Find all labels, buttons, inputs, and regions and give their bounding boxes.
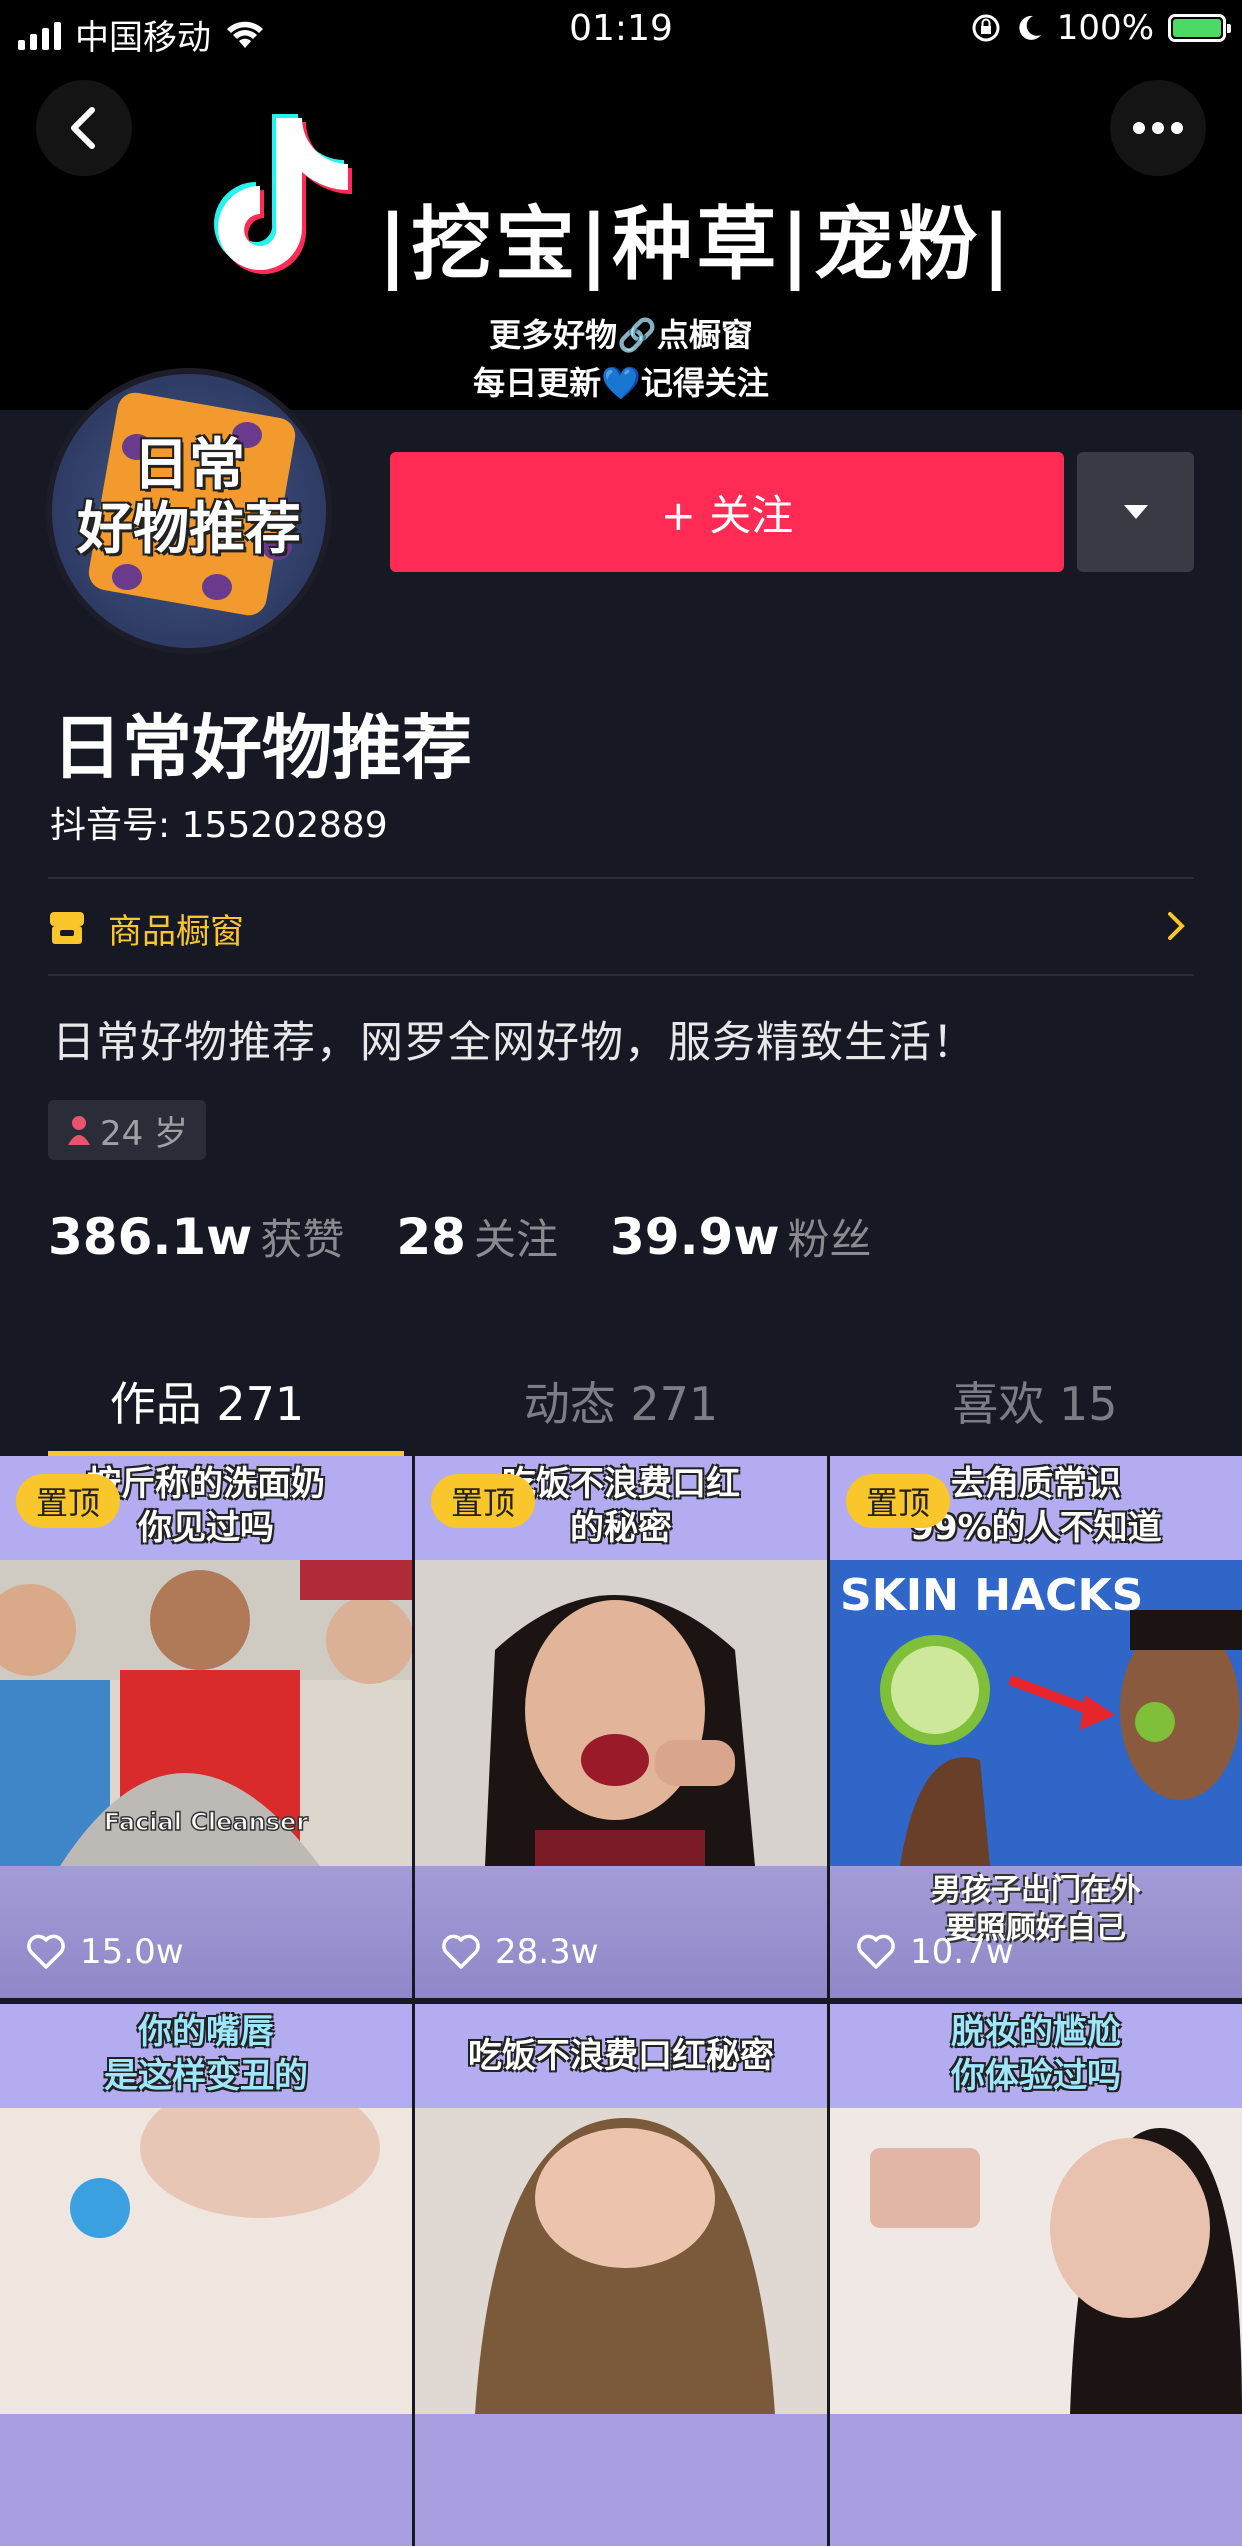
more-icon [1133,122,1183,134]
video-card[interactable]: 去角质常识 99%的人不知道 SKIN HACKS 置顶 男孩子出门在外 要照顾… [830,1456,1242,1998]
video-card[interactable]: 吃饭不浪费口红秘密 [415,2004,827,2546]
shop-window-label: 商品橱窗 [108,911,244,952]
shop-window-row[interactable]: 商品橱窗 [48,880,1194,976]
like-count: 10.7w [856,1932,1014,1972]
age-label: 24 岁 [99,1113,189,1154]
video-card[interactable]: 脱妆的尴尬 你体验过吗 [830,2004,1242,2546]
like-count: 28.3w [441,1932,599,1972]
follow-button[interactable]: + 关注 [390,452,1064,572]
rotation-lock-icon [972,14,1000,42]
stat-fans-label: 粉丝 [787,1215,872,1264]
stat-fans-num: 39.9w [609,1208,780,1266]
svg-text:SKIN HACKS: SKIN HACKS [840,1570,1143,1621]
video-caption: 脱妆的尴尬 你体验过吗 [830,2004,1242,2108]
banner-slogan: |挖宝|种草|宠粉| [378,198,1015,291]
pinned-badge: 置顶 [431,1474,535,1528]
video-caption: 你的嘴唇 是这样变丑的 [0,2004,412,2108]
video-thumbnail [415,2108,827,2414]
stat-likes-num: 386.1w [48,1208,253,1266]
battery-icon [1168,14,1231,42]
video-thumbnail [830,2108,1242,2414]
video-card[interactable]: 你的嘴唇 是这样变丑的 [0,2004,412,2546]
back-button[interactable] [36,80,132,176]
stat-likes-label: 获赞 [260,1215,345,1264]
more-button[interactable] [1110,80,1206,176]
female-icon [67,1116,90,1145]
tab-works-label: 作品 271 [109,1377,305,1431]
recommend-dropdown-button[interactable] [1077,452,1194,572]
avatar-text-2: 好物推荐 [77,497,301,562]
video-thumbnail [0,2108,412,2414]
svg-text:Facial Cleanser: Facial Cleanser [104,1808,308,1836]
divider [48,877,1194,879]
banner-line-1: 更多好物🔗点橱窗 [489,316,753,354]
moon-icon [1019,15,1041,40]
like-count-text: 28.3w [495,1932,599,1972]
tab-likes-label: 喜欢 15 [952,1377,1118,1431]
video-card[interactable]: 按斤称的洗面奶 你见过吗 Facial Cleanser 置顶 15.0w [0,1456,412,1998]
follow-label: + 关注 [660,490,794,540]
stat-following[interactable]: 28 关注 [396,1206,558,1267]
shop-icon [50,912,84,944]
tab-likes[interactable]: 喜欢 15 [828,1350,1242,1456]
douyin-id: 抖音号: 155202889 [50,805,388,846]
like-count-text: 15.0w [80,1932,184,1972]
tab-dynamics-label: 动态 271 [523,1377,719,1431]
like-count-text: 10.7w [910,1932,1014,1972]
like-count: 15.0w [26,1932,184,1972]
divider [48,974,1194,976]
status-right: 100% [971,8,1231,48]
video-card[interactable]: 吃饭不浪费口红 的秘密 置顶 28.3w [415,1456,827,1998]
avatar-text-1: 日常 [133,433,245,498]
status-bar: 中国移动 01:19 100% [0,0,1242,62]
tab-dynamics[interactable]: 动态 271 [414,1350,828,1456]
stat-following-num: 28 [396,1208,466,1266]
heart-icon [27,1934,65,1969]
bio: 日常好物推荐，网罗全网好物，服务精致生活！ [52,1018,976,1068]
age-tag: 24 岁 [48,1100,206,1160]
back-icon [71,107,95,149]
avatar-dot [202,574,232,600]
avatar[interactable]: 日常 好物推荐 [46,368,332,654]
stats-row: 386.1w 获赞 28 关注 39.9w 粉丝 [48,1206,872,1267]
battery-percent: 100% [1056,8,1154,48]
video-thumbnail: Facial Cleanser [0,1560,412,1866]
avatar-dot [112,564,142,590]
chevron-right-icon [1168,912,1185,940]
stat-following-label: 关注 [473,1215,558,1264]
video-caption: 吃饭不浪费口红秘密 [415,2004,827,2108]
content-tabs: 作品 271 动态 271 喜欢 15 [0,1350,1242,1456]
video-thumbnail [415,1560,827,1866]
pinned-badge: 置顶 [846,1474,950,1528]
tiktok-logo-icon [214,114,352,274]
heart-icon [442,1934,480,1969]
heart-icon [857,1934,895,1969]
nickname: 日常好物推荐 [52,707,472,789]
pinned-badge: 置顶 [16,1474,120,1528]
dropdown-icon [1123,505,1148,519]
stat-fans[interactable]: 39.9w 粉丝 [610,1206,872,1267]
tab-works[interactable]: 作品 271 [0,1350,414,1456]
profile-banner: |挖宝|种草|宠粉| 更多好物🔗点橱窗 每日更新💙记得关注 [0,62,1242,410]
video-thumbnail: SKIN HACKS [830,1560,1242,1866]
stat-likes[interactable]: 386.1w 获赞 [48,1206,344,1267]
